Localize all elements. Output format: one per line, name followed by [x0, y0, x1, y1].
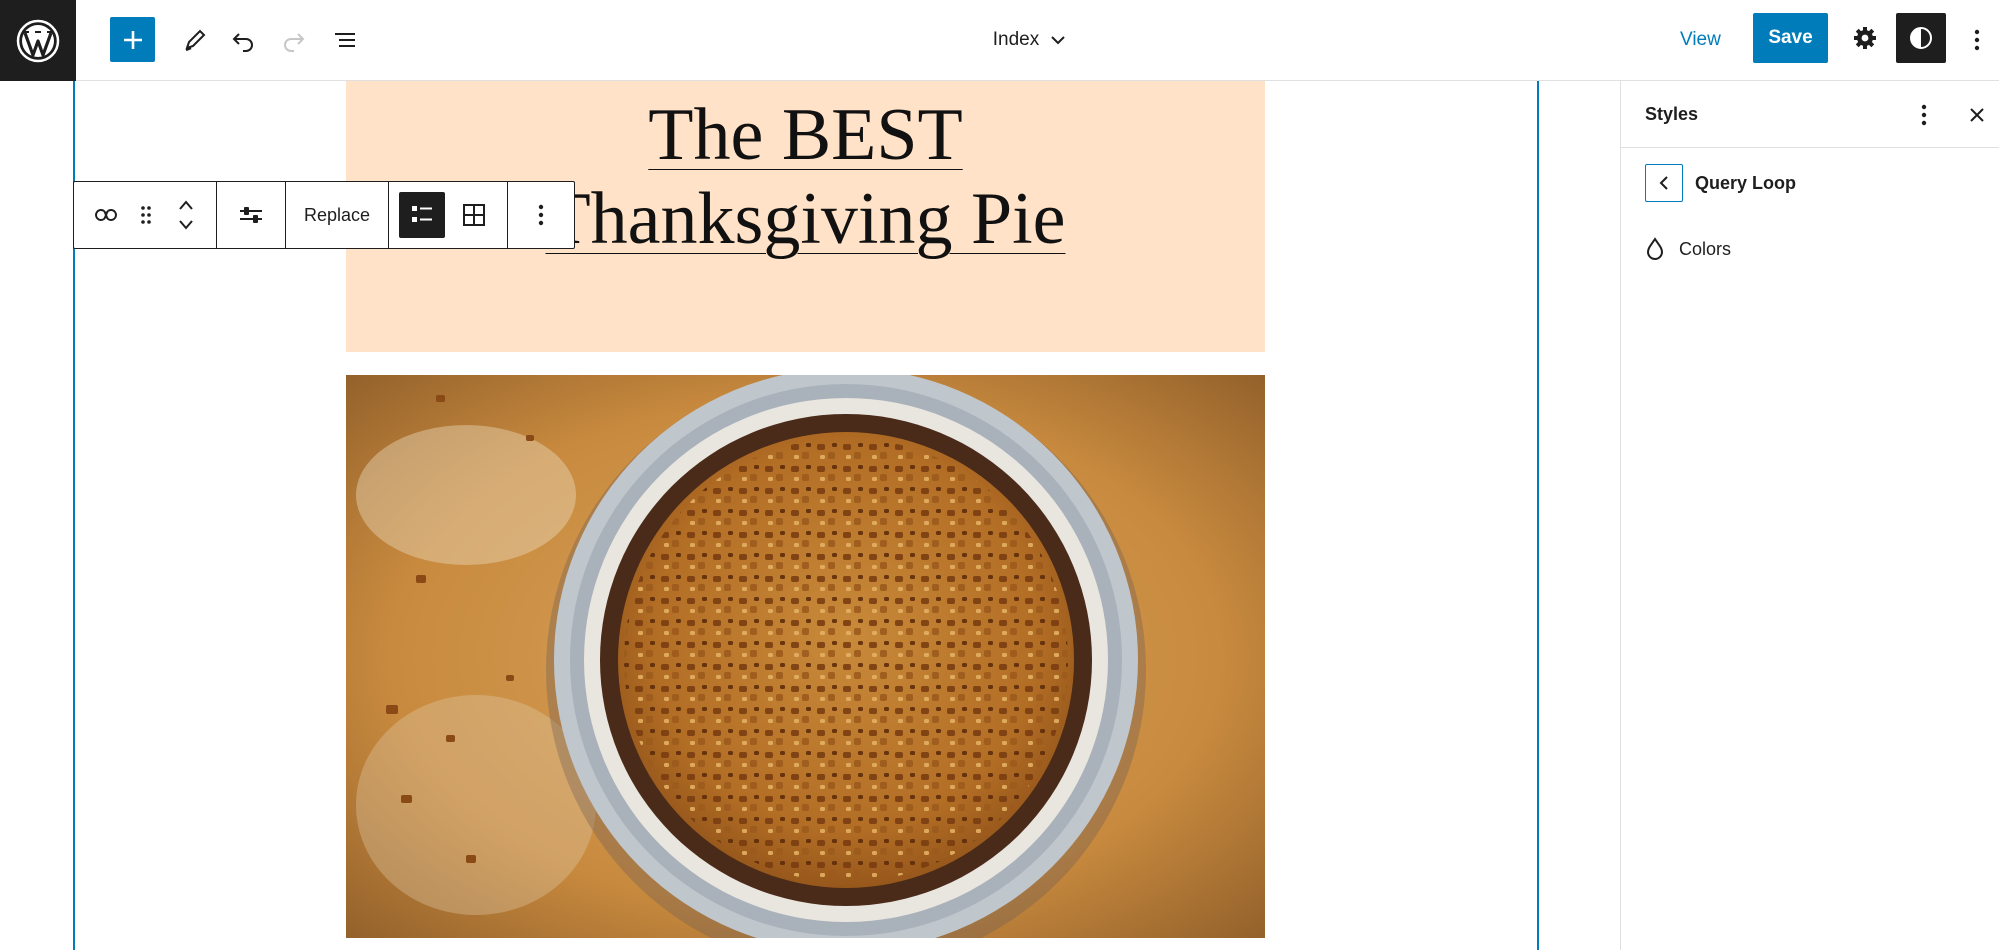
- vertical-dots-icon: [538, 204, 544, 226]
- wordpress-logo-button[interactable]: [0, 0, 76, 81]
- block-toolbar-group-settings: [217, 182, 286, 248]
- view-link[interactable]: View: [1680, 20, 1721, 60]
- undo-button[interactable]: [223, 20, 263, 60]
- editor-canvas[interactable]: The BEST Thanksgiving Pie Replace: [0, 81, 1620, 950]
- sidebar-item-label: Colors: [1679, 238, 1732, 259]
- grid-view-layout-button[interactable]: [451, 182, 497, 248]
- replace-button[interactable]: Replace: [286, 182, 388, 248]
- featured-image[interactable]: [346, 375, 1265, 938]
- droplet-icon: [1646, 237, 1664, 260]
- list-layout-icon: [412, 206, 433, 222]
- block-link-button[interactable]: [86, 182, 126, 248]
- drag-handle-icon: [141, 206, 151, 224]
- sidebar-title: Styles: [1645, 104, 1699, 124]
- close-icon: [1970, 108, 1984, 122]
- block-toolbar: Replace: [73, 181, 576, 249]
- wordpress-logo-icon: [16, 19, 60, 62]
- block-toolbar-group-replace: Replace: [286, 182, 390, 248]
- chevron-down-icon: [1051, 36, 1065, 45]
- block-options-button[interactable]: [508, 182, 574, 248]
- editor-header: Index View Save: [0, 0, 1999, 81]
- undo-icon: [232, 33, 253, 52]
- pie-photo: [346, 375, 1265, 938]
- document-title: Index: [992, 29, 1040, 50]
- post-title-line-1: The BEST: [648, 94, 963, 176]
- chevron-up-icon[interactable]: [177, 199, 195, 211]
- list-view-layout-button[interactable]: [399, 192, 446, 238]
- redo-icon: [284, 33, 305, 52]
- vertical-dots-icon: [1921, 104, 1927, 126]
- tools-button[interactable]: [175, 20, 215, 60]
- settings-button[interactable]: [1845, 18, 1885, 58]
- display-settings-button[interactable]: [217, 182, 285, 248]
- grid-layout-icon: [463, 204, 486, 226]
- options-button[interactable]: [1960, 20, 1994, 60]
- sidebar-nav-title: Query Loop: [1695, 172, 1797, 193]
- vertical-dots-icon: [1974, 29, 1980, 51]
- close-sidebar-button[interactable]: [1957, 95, 1997, 135]
- back-button[interactable]: [1645, 164, 1683, 202]
- sidebar-header: Styles: [1621, 81, 1999, 148]
- chevron-left-icon: [1659, 176, 1668, 190]
- block-toolbar-group-move: [74, 182, 217, 248]
- block-toolbar-group-options: [508, 182, 574, 248]
- save-button[interactable]: Save: [1753, 13, 1828, 63]
- link-icon: [95, 209, 117, 221]
- list-view-button[interactable]: [325, 20, 365, 60]
- styles-toggle-button[interactable]: [1896, 13, 1946, 63]
- add-block-button[interactable]: [110, 17, 155, 62]
- document-title-dropdown[interactable]: Index: [960, 20, 1100, 60]
- styles-sidebar: Styles Query Loop Colors: [1620, 81, 1999, 950]
- gear-icon: [1854, 27, 1876, 49]
- plus-icon: [123, 30, 142, 49]
- sliders-icon: [240, 207, 262, 223]
- redo-button[interactable]: [274, 20, 314, 60]
- drag-handle[interactable]: [126, 182, 166, 248]
- half-circle-contrast-icon: [1910, 27, 1932, 49]
- pencil-icon: [185, 29, 206, 52]
- sidebar-navigation: Query Loop: [1645, 163, 1796, 203]
- block-toolbar-group-layout: [389, 182, 509, 248]
- chevron-down-icon[interactable]: [177, 219, 195, 231]
- sidebar-options-button[interactable]: [1904, 95, 1944, 135]
- list-view-icon: [335, 33, 355, 47]
- move-buttons: [166, 182, 206, 248]
- post-title-line-2: Thanksgiving Pie: [545, 178, 1066, 260]
- sidebar-item-colors[interactable]: Colors: [1645, 229, 1731, 269]
